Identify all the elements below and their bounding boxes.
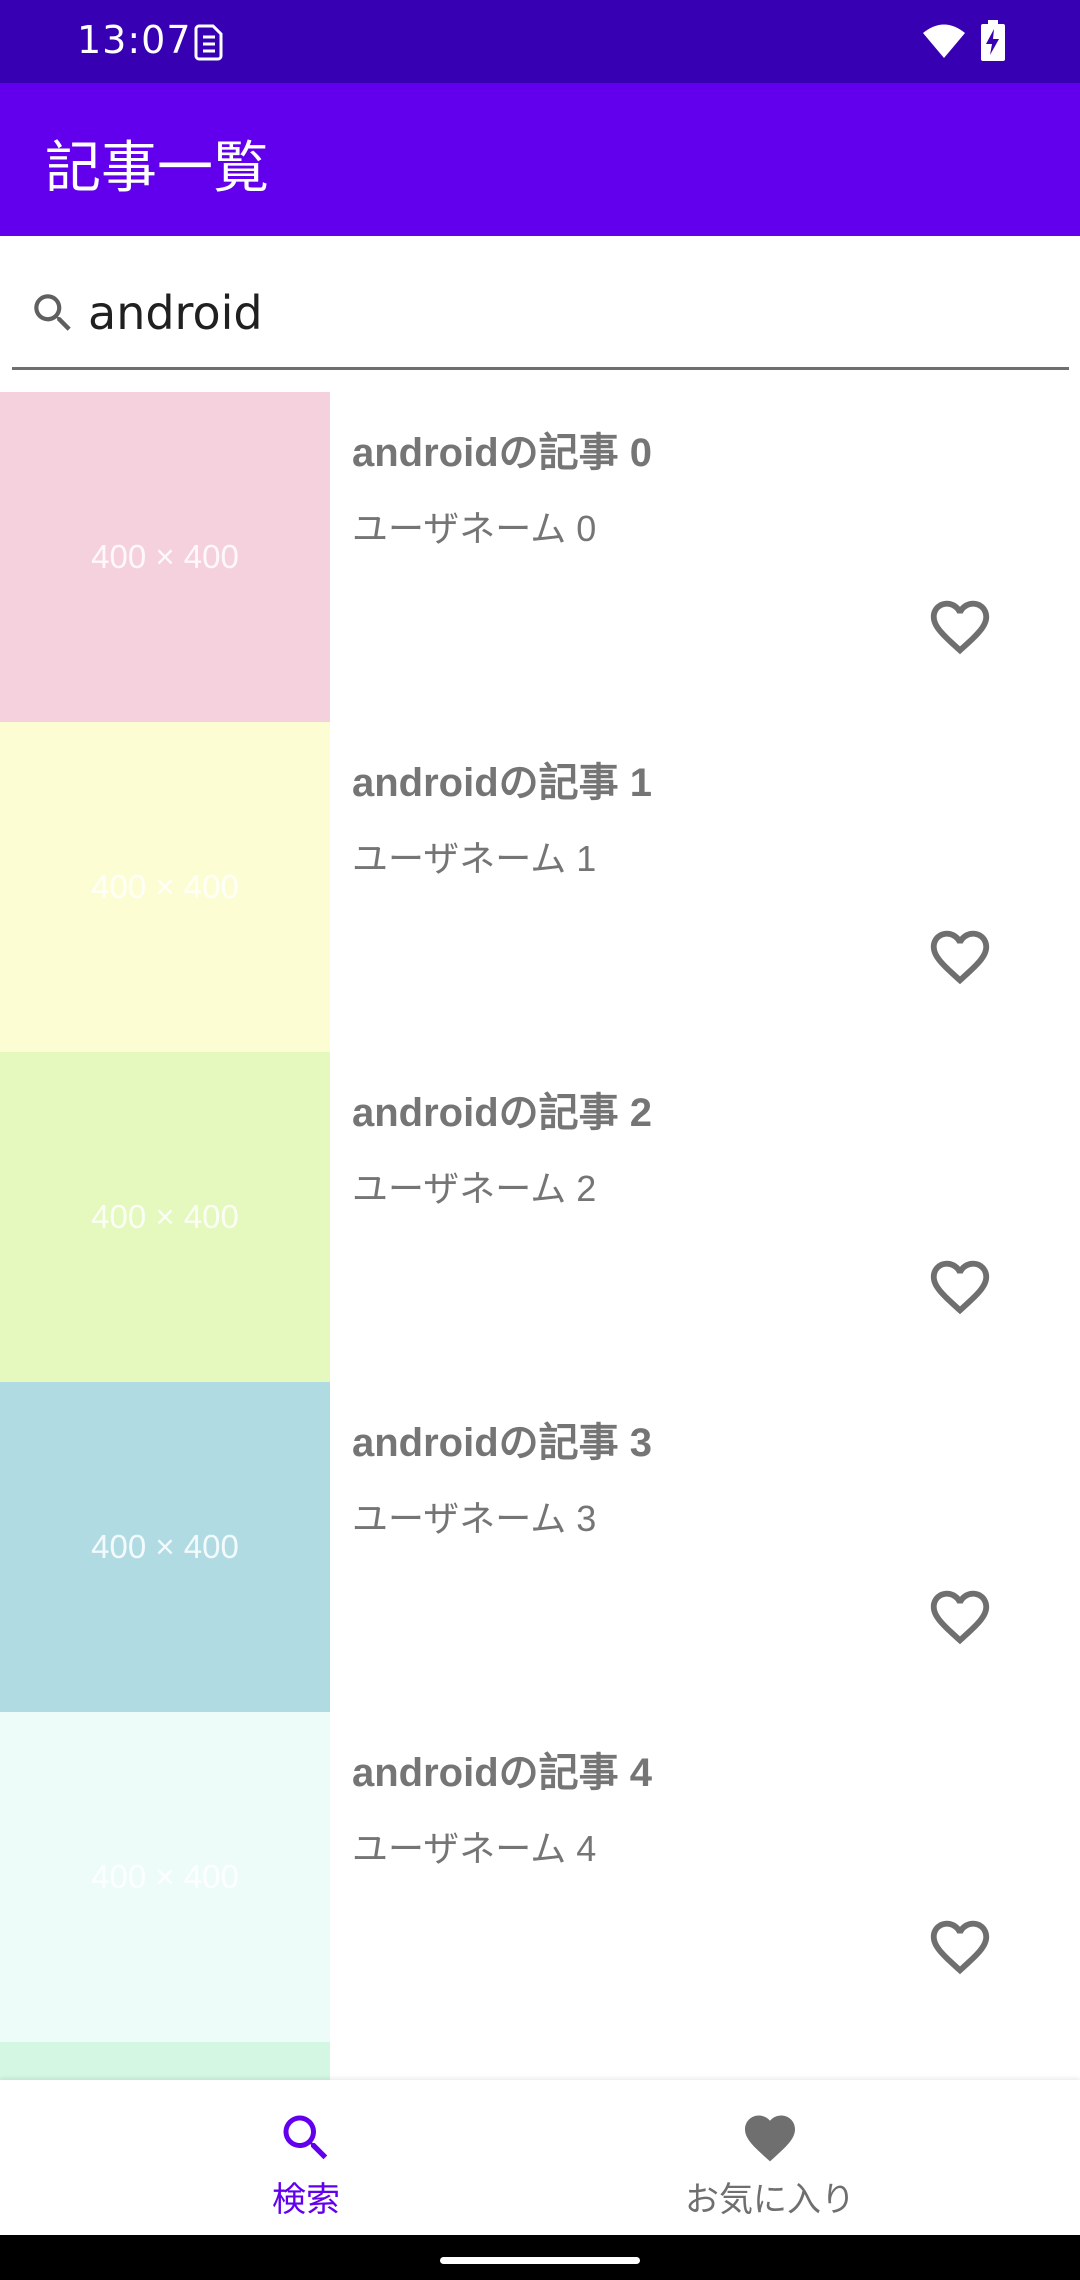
- thumbnail-label: 400 × 400: [91, 1198, 239, 1235]
- article-thumbnail: 400 × 400: [0, 392, 330, 722]
- article-user: ユーザネーム 2: [352, 1168, 597, 1209]
- article-title: androidの記事 3: [352, 1421, 653, 1465]
- nav-label-favorites: お気に入り: [685, 2180, 855, 2220]
- thumbnail-label: 400 × 400: [91, 1858, 239, 1895]
- list-item[interactable]: 400 × 400 androidの記事 2 ユーザネーム 2: [0, 1052, 1080, 1382]
- list-item[interactable]: 400 × 400 androidの記事 1 ユーザネーム 1: [0, 722, 1080, 1052]
- app-bar: 記事一覧: [0, 83, 1080, 236]
- article-title: androidの記事 5: [352, 2070, 652, 2080]
- article-user: ユーザネーム 0: [352, 508, 597, 549]
- article-thumbnail: 400 × 400: [0, 1052, 330, 1382]
- article-thumbnail: [0, 2042, 330, 2080]
- favorite-heart-icon[interactable]: [925, 592, 995, 662]
- status-bar: 13:07: [0, 0, 1080, 83]
- search-underline: [12, 367, 1069, 370]
- article-thumbnail: 400 × 400: [0, 1712, 330, 2042]
- article-title: androidの記事 0: [352, 431, 653, 475]
- nav-label-search: 検索: [272, 2180, 340, 2220]
- favorite-heart-icon[interactable]: [925, 1252, 995, 1322]
- status-time: 13:07: [77, 18, 192, 62]
- article-list[interactable]: 400 × 400 androidの記事 0 ユーザネーム 0 400 × 400 an…: [0, 392, 1080, 2080]
- article-title: androidの記事 1: [352, 761, 653, 805]
- article-title: androidの記事 4: [352, 1751, 653, 1795]
- thumbnail-label: 400 × 400: [91, 538, 239, 575]
- nav-item-search[interactable]: 検索: [36, 2080, 576, 2235]
- favorite-heart-icon[interactable]: [925, 922, 995, 992]
- article-user: ユーザネーム 4: [352, 1828, 597, 1869]
- sim-card-icon: [194, 24, 223, 61]
- article-user: ユーザネーム 3: [352, 1498, 597, 1539]
- article-thumbnail: 400 × 400: [0, 722, 330, 1052]
- article-thumbnail: 400 × 400: [0, 1382, 330, 1712]
- list-item[interactable]: 400 × 400 androidの記事 4 ユーザネーム 4: [0, 1712, 1080, 2042]
- list-item[interactable]: 400 × 400 androidの記事 0 ユーザネーム 0: [0, 392, 1080, 722]
- search-icon: [283, 2115, 328, 2160]
- article-user: ユーザネーム 1: [352, 838, 597, 879]
- heart-icon: [745, 2115, 795, 2162]
- wifi-icon: [923, 24, 965, 58]
- nav-item-favorites[interactable]: お気に入り: [500, 2080, 1040, 2235]
- gesture-navigation-bar: [0, 2235, 1080, 2280]
- list-item[interactable]: 400 × 400 androidの記事 3 ユーザネーム 3: [0, 1382, 1080, 1712]
- search-icon: [34, 294, 71, 331]
- battery-charging-icon: [981, 20, 1005, 61]
- page-title: 記事一覧: [45, 136, 269, 201]
- list-item[interactable]: androidの記事 5: [0, 2042, 1080, 2080]
- home-gesture-handle[interactable]: [440, 2257, 640, 2264]
- thumbnail-label: 400 × 400: [91, 868, 239, 905]
- bottom-navigation: 検索 お気に入り: [0, 2080, 1080, 2235]
- search-input[interactable]: [88, 282, 1048, 344]
- thumbnail-label: 400 × 400: [91, 1528, 239, 1565]
- favorite-heart-icon[interactable]: [925, 1582, 995, 1652]
- article-title: androidの記事 2: [352, 1091, 653, 1135]
- favorite-heart-icon[interactable]: [925, 1912, 995, 1982]
